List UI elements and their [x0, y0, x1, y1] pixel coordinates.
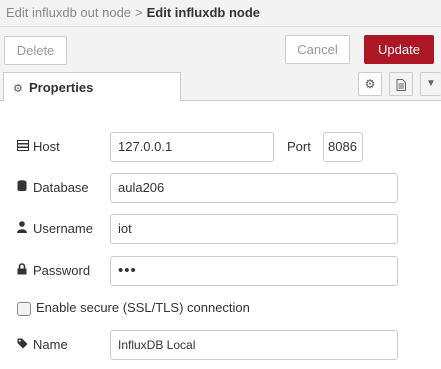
password-input[interactable]: •••: [110, 256, 398, 286]
username-input[interactable]: iot: [110, 214, 398, 244]
tab-properties-label: Properties: [29, 80, 94, 95]
breadcrumb-parent-link[interactable]: Edit influxdb out node: [6, 5, 131, 20]
tag-icon: [17, 338, 29, 352]
username-label: Username: [17, 221, 93, 236]
page-title: Edit influxdb node: [146, 5, 261, 20]
secure-checkbox-label[interactable]: Enable secure (SSL/TLS) connection: [36, 300, 250, 315]
database-label-text: Database: [33, 180, 89, 195]
password-row: Password •••: [17, 256, 427, 286]
name-label-text: Name: [33, 337, 68, 352]
user-icon: [17, 221, 29, 236]
properties-form: Host 127.0.0.1 Port 8086 Database aula20…: [0, 101, 441, 369]
password-label-text: Password: [33, 263, 91, 278]
database-row: Database aula206: [17, 173, 427, 203]
tab-bar: ⚙ Properties ⚙ ▼: [0, 69, 441, 101]
tab-menu-button[interactable]: ▼: [420, 72, 441, 96]
port-label: Port: [287, 139, 311, 154]
secure-checkbox[interactable]: [17, 302, 31, 316]
secure-row: Enable secure (SSL/TLS) connection: [17, 294, 427, 324]
delete-button[interactable]: Delete: [4, 36, 67, 65]
breadcrumb: Edit influxdb out node > Edit influxdb nod…: [0, 0, 441, 27]
caret-down-icon: ▼: [426, 78, 436, 89]
host-input[interactable]: 127.0.0.1: [110, 132, 274, 162]
database-input[interactable]: aula206: [110, 173, 398, 203]
host-row: Host 127.0.0.1 Port 8086: [17, 132, 427, 162]
update-button[interactable]: Update: [364, 35, 434, 64]
port-input[interactable]: 8086: [323, 132, 363, 162]
server-icon: [17, 140, 29, 154]
gear-icon: ⚙: [364, 77, 376, 91]
name-label: Name: [17, 337, 68, 352]
document-icon: [396, 78, 406, 91]
host-label-text: Host: [33, 139, 60, 154]
tab-properties[interactable]: ⚙ Properties: [3, 72, 181, 101]
lock-icon: [17, 263, 29, 278]
gear-icon: ⚙: [13, 83, 23, 95]
username-label-text: Username: [33, 221, 93, 236]
action-toolbar: Delete Cancel Update: [0, 27, 441, 69]
name-input[interactable]: InfluxDB Local: [110, 330, 398, 360]
settings-tab-button[interactable]: ⚙: [358, 72, 382, 96]
name-row: Name InfluxDB Local: [17, 330, 427, 360]
username-row: Username iot: [17, 214, 427, 244]
host-label: Host: [17, 139, 60, 154]
breadcrumb-separator: >: [135, 5, 143, 20]
database-label: Database: [17, 180, 89, 195]
password-label: Password: [17, 263, 90, 278]
database-icon: [17, 180, 29, 195]
cancel-button[interactable]: Cancel: [285, 35, 350, 64]
description-tab-button[interactable]: [389, 72, 413, 96]
